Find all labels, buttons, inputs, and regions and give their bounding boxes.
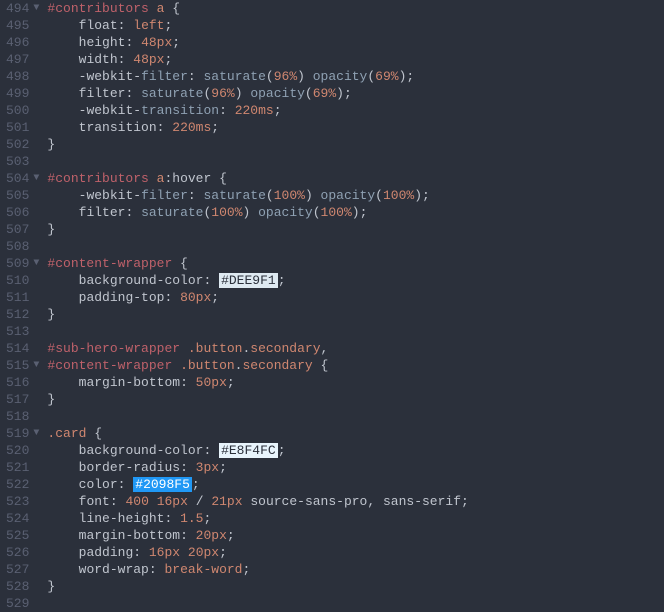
code-line: #contributors a { xyxy=(47,0,664,17)
code-line: } xyxy=(47,578,664,595)
line-number: 521 xyxy=(6,459,39,476)
line-number: 501 xyxy=(6,119,39,136)
line-number: 505 xyxy=(6,187,39,204)
code-line: #contributors a:hover { xyxy=(47,170,664,187)
line-number: 519▼ xyxy=(6,425,39,442)
line-number: 525 xyxy=(6,527,39,544)
code-line: height: 48px; xyxy=(47,34,664,51)
code-line xyxy=(47,238,664,255)
code-line: } xyxy=(47,306,664,323)
code-line: word-wrap: break-word; xyxy=(47,561,664,578)
code-line: transition: 220ms; xyxy=(47,119,664,136)
code-line: } xyxy=(47,136,664,153)
line-number: 524 xyxy=(6,510,39,527)
line-number: 523 xyxy=(6,493,39,510)
code-line: border-radius: 3px; xyxy=(47,459,664,476)
code-content[interactable]: #contributors a { float: left; height: 4… xyxy=(45,0,664,612)
line-number: 528 xyxy=(6,578,39,595)
line-number: 496 xyxy=(6,34,39,51)
line-number: 506 xyxy=(6,204,39,221)
line-number: 499 xyxy=(6,85,39,102)
code-line: filter: saturate(100%) opacity(100%); xyxy=(47,204,664,221)
fold-toggle-icon[interactable]: ▼ xyxy=(33,0,39,17)
code-line: margin-bottom: 50px; xyxy=(47,374,664,391)
code-line xyxy=(47,153,664,170)
line-number: 514 xyxy=(6,340,39,357)
line-number: 515▼ xyxy=(6,357,39,374)
fold-toggle-icon[interactable]: ▼ xyxy=(33,255,39,272)
line-number: 509▼ xyxy=(6,255,39,272)
fold-toggle-icon[interactable]: ▼ xyxy=(33,425,39,442)
line-number: 502 xyxy=(6,136,39,153)
code-line: line-height: 1.5; xyxy=(47,510,664,527)
code-editor: 494▼495 496 497 498 499 500 501 502 503 … xyxy=(0,0,664,612)
line-number: 494▼ xyxy=(6,0,39,17)
fold-toggle-icon[interactable]: ▼ xyxy=(33,357,39,374)
code-line: margin-bottom: 20px; xyxy=(47,527,664,544)
code-line: background-color: #E8F4FC; xyxy=(47,442,664,459)
line-number: 529 xyxy=(6,595,39,612)
code-line xyxy=(47,595,664,612)
line-number: 517 xyxy=(6,391,39,408)
code-line: float: left; xyxy=(47,17,664,34)
line-number: 497 xyxy=(6,51,39,68)
code-line: background-color: #DEE9F1; xyxy=(47,272,664,289)
code-line: #sub-hero-wrapper .button.secondary, xyxy=(47,340,664,357)
line-number: 518 xyxy=(6,408,39,425)
line-number: 504▼ xyxy=(6,170,39,187)
line-number: 495 xyxy=(6,17,39,34)
fold-toggle-icon[interactable]: ▼ xyxy=(33,170,39,187)
code-line: #content-wrapper { xyxy=(47,255,664,272)
code-line: padding-top: 80px; xyxy=(47,289,664,306)
line-number: 511 xyxy=(6,289,39,306)
line-number: 507 xyxy=(6,221,39,238)
line-number: 510 xyxy=(6,272,39,289)
code-line: -webkit-filter: saturate(96%) opacity(69… xyxy=(47,68,664,85)
code-line: width: 48px; xyxy=(47,51,664,68)
line-number: 526 xyxy=(6,544,39,561)
code-line: #content-wrapper .button.secondary { xyxy=(47,357,664,374)
line-number: 498 xyxy=(6,68,39,85)
code-line: font: 400 16px / 21px source-sans-pro, s… xyxy=(47,493,664,510)
line-number: 503 xyxy=(6,153,39,170)
line-number: 522 xyxy=(6,476,39,493)
line-number: 520 xyxy=(6,442,39,459)
line-number: 500 xyxy=(6,102,39,119)
line-number: 516 xyxy=(6,374,39,391)
code-line: } xyxy=(47,391,664,408)
code-line: .card { xyxy=(47,425,664,442)
line-number: 513 xyxy=(6,323,39,340)
code-line: -webkit-filter: saturate(100%) opacity(1… xyxy=(47,187,664,204)
code-line xyxy=(47,408,664,425)
code-line xyxy=(47,323,664,340)
code-line: color: #2098F5; xyxy=(47,476,664,493)
code-line: -webkit-transition: 220ms; xyxy=(47,102,664,119)
line-number: 508 xyxy=(6,238,39,255)
code-line: filter: saturate(96%) opacity(69%); xyxy=(47,85,664,102)
code-line: padding: 16px 20px; xyxy=(47,544,664,561)
line-number-gutter: 494▼495 496 497 498 499 500 501 502 503 … xyxy=(0,0,45,612)
line-number: 512 xyxy=(6,306,39,323)
code-line: } xyxy=(47,221,664,238)
line-number: 527 xyxy=(6,561,39,578)
